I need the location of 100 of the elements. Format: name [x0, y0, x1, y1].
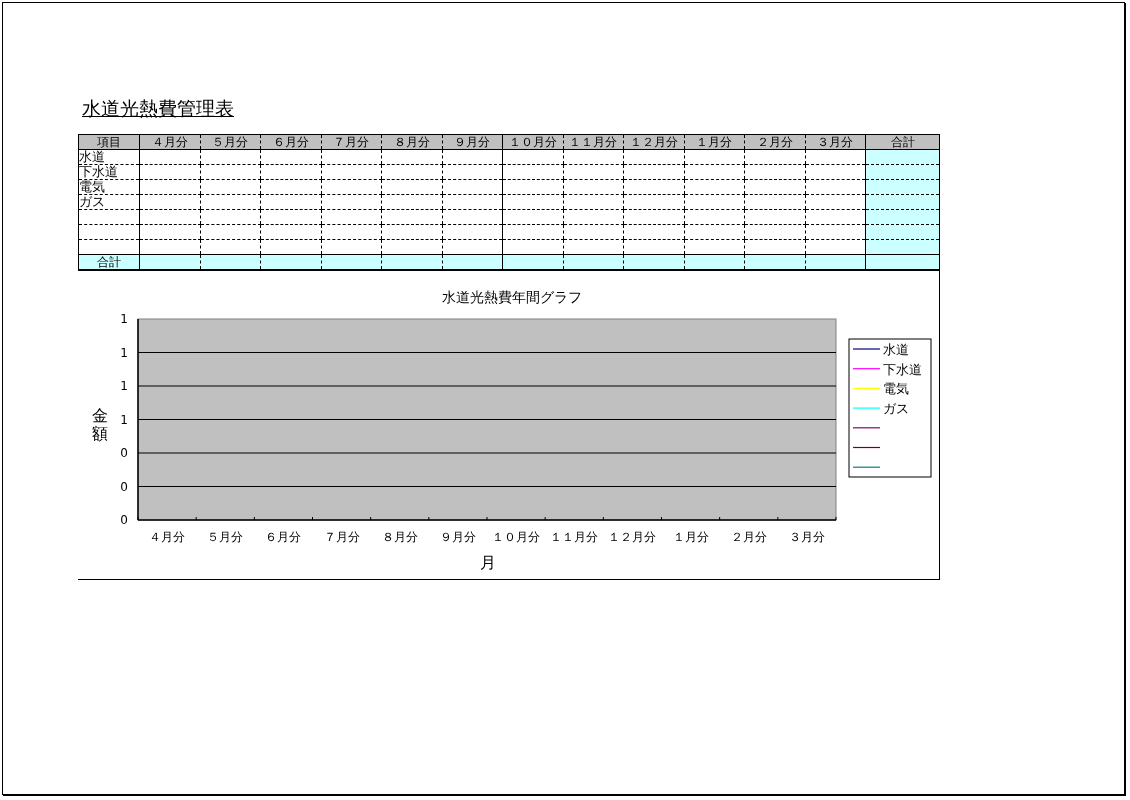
y-tick-label: 1: [120, 345, 128, 359]
x-axis-title: 月: [480, 552, 496, 572]
table-cell: [563, 149, 624, 165]
table-cell: [321, 164, 382, 180]
total-cell: [381, 254, 442, 270]
table-cell: [623, 149, 684, 165]
table-cell: [200, 179, 261, 195]
x-tick-label: １０月分: [492, 529, 541, 544]
y-axis-title: 金額: [92, 407, 108, 443]
table-cell: [381, 224, 442, 240]
table-cell: [623, 164, 684, 180]
column-header: １月分: [684, 134, 745, 150]
total-cell: [805, 254, 866, 270]
table-cell: [442, 194, 503, 210]
x-tick-label: ５月分: [207, 529, 244, 544]
table-cell: [623, 224, 684, 240]
column-header: １２月分: [623, 134, 684, 150]
y-tick-label: 1: [120, 378, 128, 393]
table-cell: [502, 149, 563, 165]
table-cell: [381, 209, 442, 225]
chart-title: 水道光熱費年間グラフ: [442, 288, 582, 305]
table-cell: [563, 164, 624, 180]
total-cell: [744, 254, 805, 270]
table-cell: [744, 149, 805, 165]
table-cell: [502, 209, 563, 225]
table-cell: [744, 164, 805, 180]
table-cell: [381, 164, 442, 180]
table-cell: [684, 149, 745, 165]
table-cell: [321, 224, 382, 240]
table-cell: [563, 224, 624, 240]
table-cell: [200, 164, 261, 180]
table-cell: [623, 194, 684, 210]
table-cell: [381, 179, 442, 195]
column-header: １１月分: [563, 134, 624, 150]
total-cell: [200, 254, 261, 270]
table-cell: [200, 224, 261, 240]
table-cell: [321, 209, 382, 225]
x-tick-label: ７月分: [323, 529, 360, 544]
table-cell: [260, 209, 321, 225]
column-header: ９月分: [442, 134, 503, 150]
table-cell: [200, 209, 261, 225]
table-cell: [502, 179, 563, 195]
table-cell: [381, 194, 442, 210]
x-tick-label: １月分: [672, 529, 709, 544]
row-label: 水道: [78, 149, 140, 165]
total-cell: [260, 254, 321, 270]
row-label: 下水道: [78, 164, 140, 180]
legend-label: 下水道: [883, 361, 922, 377]
column-header: 合計: [865, 134, 940, 150]
y-tick-label: 1: [120, 311, 128, 326]
column-header: ６月分: [260, 134, 321, 150]
table-cell: [684, 194, 745, 210]
row-label: ガス: [78, 194, 140, 210]
x-tick-label: ６月分: [265, 529, 302, 544]
table-cell: [321, 149, 382, 165]
x-tick-label: １１月分: [550, 529, 599, 544]
table-cell: [260, 224, 321, 240]
y-tick-label: 1: [120, 412, 128, 426]
x-tick-label: ４月分: [149, 529, 186, 544]
table-cell: [623, 179, 684, 195]
table-cell: [623, 209, 684, 225]
table-cell: [744, 179, 805, 195]
total-cell: [623, 254, 684, 270]
x-tick-label: ９月分: [439, 529, 476, 544]
table-cell: [563, 194, 624, 210]
table-cell: [744, 209, 805, 225]
column-header: ３月分: [805, 134, 866, 150]
x-tick-label: ２月分: [730, 529, 767, 544]
column-header: １０月分: [502, 134, 563, 150]
legend-label: 電気: [883, 380, 909, 396]
table-cell: [684, 209, 745, 225]
total-cell: [502, 254, 563, 270]
table-cell: [200, 194, 261, 210]
total-cell: [442, 254, 503, 270]
y-tick-label: 0: [120, 445, 128, 460]
table-cell: [502, 224, 563, 240]
table-cell: [563, 179, 624, 195]
table-cell: [381, 149, 442, 165]
table-cell: [744, 224, 805, 240]
x-tick-label: １２月分: [608, 529, 657, 544]
column-header: 項目: [78, 134, 140, 150]
table-cell: [442, 209, 503, 225]
row-label: 電気: [78, 179, 140, 195]
column-header: ５月分: [200, 134, 261, 150]
table-cell: [442, 224, 503, 240]
table-cell: [684, 179, 745, 195]
x-tick-label: ８月分: [381, 529, 418, 544]
column-header: ７月分: [321, 134, 382, 150]
table-cell: [563, 209, 624, 225]
y-tick-label: 0: [120, 512, 128, 527]
table-cell: [502, 164, 563, 180]
total-label: 合計: [78, 254, 140, 270]
column-header: ４月分: [139, 134, 200, 150]
total-cell: [139, 254, 200, 270]
table-cell: [744, 194, 805, 210]
table-cell: [321, 194, 382, 210]
table-cell: [442, 179, 503, 195]
row-label: [78, 224, 140, 240]
table-cell: [260, 149, 321, 165]
column-header: ２月分: [744, 134, 805, 150]
